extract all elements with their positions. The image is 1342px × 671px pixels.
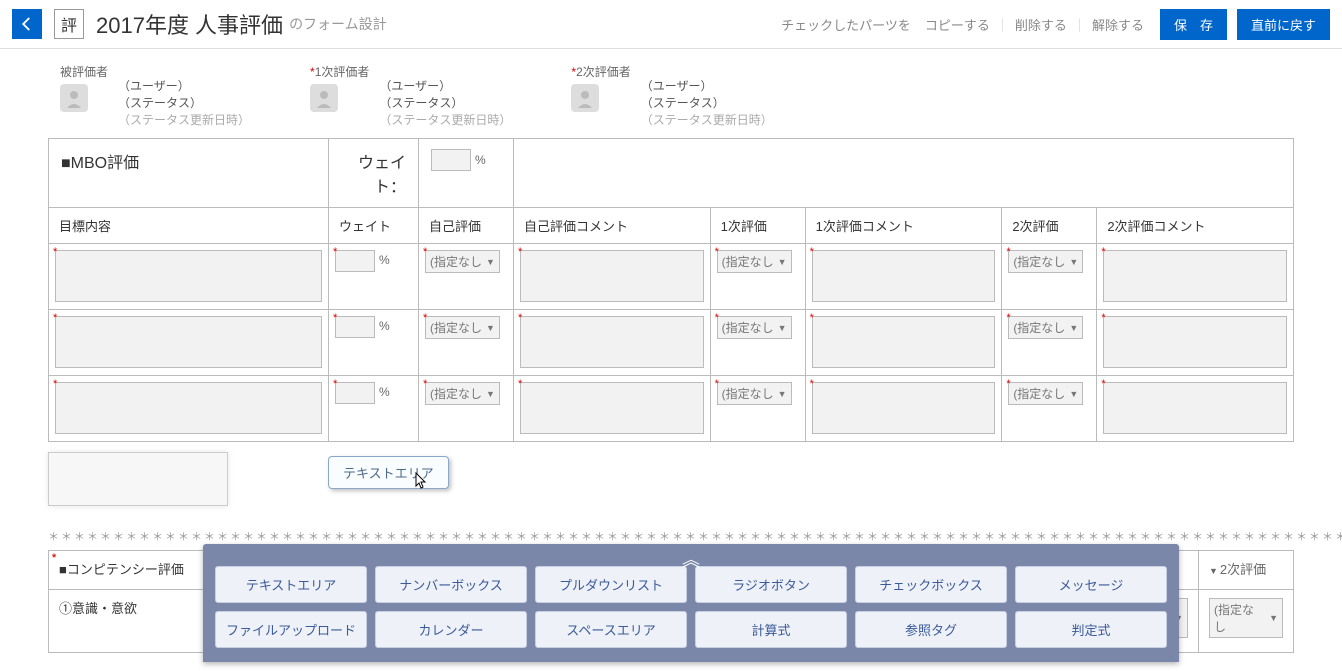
mbo-column-header: 1次評価: [710, 208, 805, 244]
mbo-weight-field[interactable]: [335, 382, 375, 404]
mbo-textarea[interactable]: [55, 382, 322, 434]
copy-link[interactable]: コピーする: [925, 15, 990, 34]
participant-block: 被評価者 （ユーザー） （ステータス） （ステータス更新日時）: [60, 63, 250, 128]
ghost-placeholder: [48, 452, 228, 506]
participants-row: 被評価者 （ユーザー） （ステータス） （ステータス更新日時） *1次評価者 （…: [0, 49, 1342, 138]
mbo-textarea[interactable]: [55, 316, 322, 368]
palette-collapse-icon[interactable]: ︽: [682, 546, 700, 572]
mbo-weight-input[interactable]: [431, 149, 471, 171]
mbo-textarea[interactable]: [55, 250, 322, 302]
palette-button[interactable]: ナンバーボックス: [375, 566, 527, 603]
participant-block: *1次評価者 （ユーザー） （ステータス） （ステータス更新日時）: [310, 63, 511, 128]
palette-button[interactable]: ファイルアップロード: [215, 611, 367, 648]
mbo-select[interactable]: (指定なし▼: [717, 316, 792, 339]
mbo-column-header: 目標内容: [49, 208, 329, 244]
comp-second-select[interactable]: (指定なし▼: [1209, 598, 1283, 638]
drag-tooltip: テキストエリア: [328, 456, 449, 489]
mbo-weight-field[interactable]: [335, 316, 375, 338]
participant-time: （ステータス更新日時）: [641, 111, 773, 128]
drop-area[interactable]: テキストエリア: [48, 452, 1294, 522]
participant-user: （ユーザー）: [118, 77, 250, 94]
participant-time: （ステータス更新日時）: [118, 111, 250, 128]
palette-button[interactable]: テキストエリア: [215, 566, 367, 603]
mbo-textarea[interactable]: [812, 382, 996, 434]
mbo-textarea[interactable]: [812, 316, 996, 368]
palette-button[interactable]: カレンダー: [375, 611, 527, 648]
revert-button[interactable]: 直前に戻す: [1237, 9, 1330, 40]
palette-button[interactable]: スペースエリア: [535, 611, 687, 648]
release-link[interactable]: 解除する: [1092, 15, 1144, 34]
parts-palette: ︽ テキストエリアナンバーボックスプルダウンリストラジオボタンチェックボックスメ…: [203, 544, 1179, 662]
mbo-select[interactable]: (指定なし▼: [1008, 250, 1083, 273]
mbo-column-header: 自己評価コメント: [514, 208, 711, 244]
participant-user: （ユーザー）: [379, 77, 511, 94]
palette-button[interactable]: ラジオボタン: [695, 566, 847, 603]
mbo-textarea[interactable]: [1103, 382, 1287, 434]
mbo-select[interactable]: (指定なし▼: [1008, 382, 1083, 405]
mbo-textarea[interactable]: [812, 250, 996, 302]
checked-parts-label: チェックしたパーツを: [781, 15, 911, 34]
palette-button[interactable]: メッセージ: [1015, 566, 1167, 603]
mbo-textarea[interactable]: [1103, 316, 1287, 368]
avatar-icon: [310, 84, 338, 112]
delete-link[interactable]: 削除する: [1015, 15, 1067, 34]
form-type-icon: 評: [54, 9, 84, 39]
topbar: 評 2017年度 人事評価 のフォーム設計 チェックしたパーツを コピーする ｜…: [0, 0, 1342, 49]
mbo-textarea[interactable]: [520, 316, 704, 368]
participant-status: （ステータス）: [118, 94, 250, 111]
page-subtitle: のフォーム設計: [289, 14, 387, 34]
mbo-select[interactable]: (指定なし▼: [425, 382, 500, 405]
tab-second[interactable]: ▼2次評価: [1199, 551, 1294, 590]
mbo-textarea[interactable]: [520, 382, 704, 434]
mbo-textarea[interactable]: [1103, 250, 1287, 302]
participant-status: （ステータス）: [641, 94, 773, 111]
mbo-weight-field[interactable]: [335, 250, 375, 272]
avatar-icon: [571, 84, 599, 112]
back-button[interactable]: [12, 9, 42, 39]
avatar-icon: [60, 84, 88, 112]
palette-button[interactable]: チェックボックス: [855, 566, 1007, 603]
mbo-column-header: 1次評価コメント: [805, 208, 1002, 244]
palette-button[interactable]: 参照タグ: [855, 611, 1007, 648]
mbo-select[interactable]: (指定なし▼: [717, 250, 792, 273]
mbo-column-header: 2次評価: [1002, 208, 1097, 244]
mbo-select[interactable]: (指定なし▼: [717, 382, 792, 405]
competency-section: ■コンピテンシー評価 ウェイト： % ▼自己評価 ▼1次評価 ▼2次評価 ①意識…: [48, 550, 1294, 653]
mbo-section: ■MBO評価 ウェイト： % 目標内容ウェイト自己評価自己評価コメント1次評価1…: [48, 138, 1294, 442]
participant-user: （ユーザー）: [641, 77, 773, 94]
mbo-select[interactable]: (指定なし▼: [425, 250, 500, 273]
palette-button[interactable]: プルダウンリスト: [535, 566, 687, 603]
save-button[interactable]: 保 存: [1160, 9, 1227, 40]
page-title: 2017年度 人事評価: [96, 8, 283, 40]
mbo-column-header: 自己評価: [419, 208, 514, 244]
mbo-title: ■MBO評価: [49, 139, 329, 208]
palette-button[interactable]: 計算式: [695, 611, 847, 648]
participant-status: （ステータス）: [379, 94, 511, 111]
palette-button[interactable]: 判定式: [1015, 611, 1167, 648]
mbo-textarea[interactable]: [520, 250, 704, 302]
mbo-weight-cell: %: [419, 139, 514, 208]
mbo-column-header: ウェイト: [329, 208, 419, 244]
participant-time: （ステータス更新日時）: [379, 111, 511, 128]
mbo-column-header: 2次評価コメント: [1097, 208, 1294, 244]
mbo-select[interactable]: (指定なし▼: [425, 316, 500, 339]
mbo-weight-label: ウェイト：: [329, 139, 419, 208]
mbo-select[interactable]: (指定なし▼: [1008, 316, 1083, 339]
participant-block: *2次評価者 （ユーザー） （ステータス） （ステータス更新日時）: [571, 63, 772, 128]
arrow-left-icon: [18, 15, 36, 33]
